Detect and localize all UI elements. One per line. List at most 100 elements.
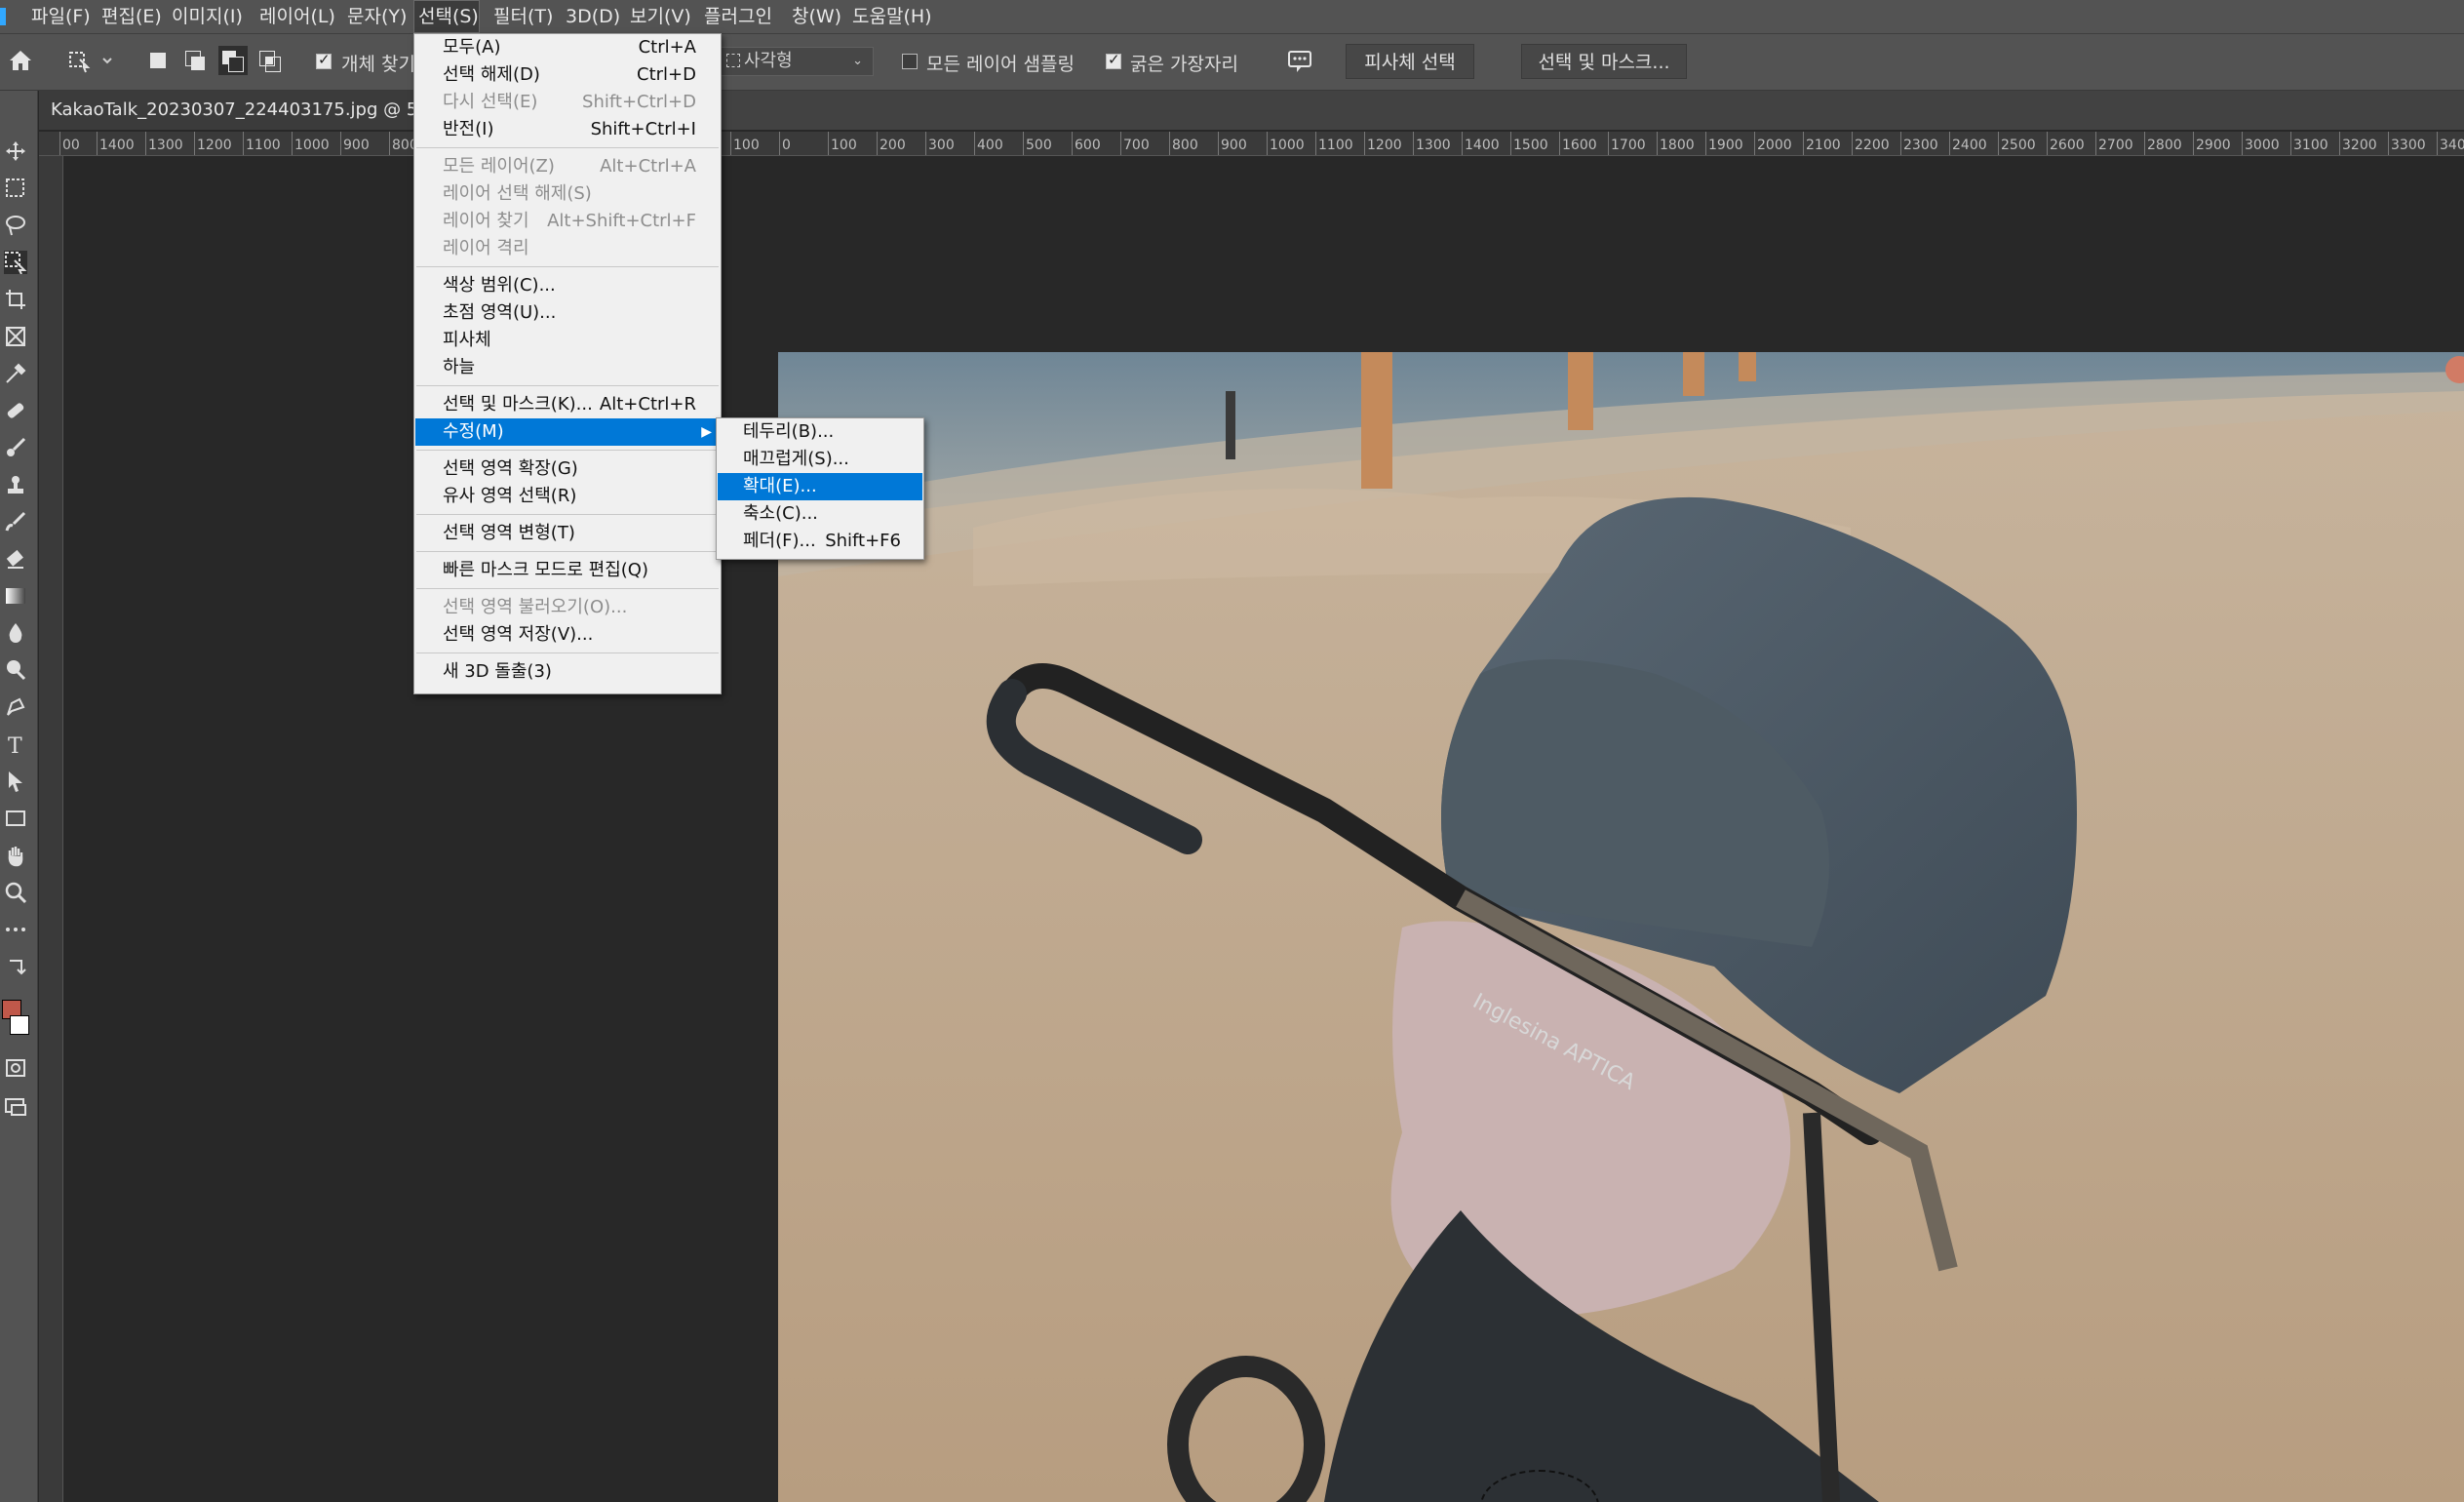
menu-view[interactable]: 보기(V) [626, 0, 695, 33]
select-menu-item-save-selection[interactable]: 선택 영역 저장(V)... [415, 621, 720, 649]
modify-item-expand[interactable]: 확대(E)... [718, 473, 922, 500]
new-selection-icon[interactable] [144, 46, 174, 75]
ruler-tick: 1400 [97, 132, 135, 155]
canvas-photo[interactable]: Inglesina APTICA [778, 352, 2464, 1502]
select-menu-item-similar[interactable]: 유사 영역 선택(R) [415, 483, 720, 510]
sample-all-layers-checkbox[interactable] [902, 54, 918, 69]
path-selection-tool-icon[interactable] [4, 770, 27, 793]
select-menu-item-sky[interactable]: 하늘 [415, 354, 720, 381]
menu-file[interactable]: 파일(F) [27, 0, 95, 33]
menu-layer[interactable]: 레이어(L) [255, 0, 339, 33]
menu-separator [416, 147, 719, 148]
chevron-down-icon: ⌄ [852, 54, 863, 68]
subtract-from-selection-icon[interactable] [218, 46, 248, 75]
select-menu-item-focus-area[interactable]: 초점 영역(U)... [415, 299, 720, 327]
screen-mode-icon[interactable] [4, 1095, 27, 1119]
select-subject-button[interactable]: 피사체 선택 [1346, 44, 1474, 79]
eraser-tool-icon[interactable] [4, 547, 27, 571]
ruler-tick: 500 [1023, 132, 1052, 155]
eyedropper-tool-icon[interactable] [4, 362, 27, 385]
select-menu-item-all-layers[interactable]: 모든 레이어(Z) Alt+Ctrl+A [415, 153, 720, 180]
more-tools-icon[interactable] [4, 918, 27, 941]
vertical-ruler[interactable] [39, 156, 63, 1502]
ruler-tick: 1000 [1267, 132, 1305, 155]
document-tab[interactable]: KakaoTalk_20230307_224403175.jpg @ 50% (… [39, 91, 421, 130]
mode-select[interactable]: 사각형 ⌄ [716, 47, 874, 76]
object-selection-tool-icon[interactable] [4, 251, 27, 275]
ruler-tick: 3300 [2388, 132, 2426, 155]
select-menu-item-load-selection[interactable]: 선택 영역 불러오기(O)... [415, 594, 720, 621]
dodge-tool-icon[interactable] [4, 658, 27, 682]
ruler-tick: 300 [925, 132, 955, 155]
clone-stamp-tool-icon[interactable] [4, 473, 27, 496]
healing-brush-tool-icon[interactable] [4, 399, 27, 422]
select-menu-item-inverse[interactable]: 반전(I) Shift+Ctrl+I [415, 116, 720, 143]
select-menu-item-deselect[interactable]: 선택 해제(D) Ctrl+D [415, 61, 720, 89]
menu-filter[interactable]: 필터(T) [489, 0, 557, 33]
menu-window[interactable]: 창(W) [788, 0, 845, 33]
background-color-swatch[interactable] [10, 1015, 29, 1035]
modify-item-smooth[interactable]: 매끄럽게(S)... [718, 446, 922, 473]
ruler-tick: 2400 [1949, 132, 1987, 155]
menu-edit[interactable]: 편집(E) [98, 0, 166, 33]
select-menu-item-isolate-layers[interactable]: 레이어 격리 [415, 235, 720, 262]
type-tool-icon[interactable]: T [4, 732, 27, 759]
menu-help[interactable]: 도움말(H) [848, 0, 936, 33]
quick-mask-icon[interactable] [4, 1056, 27, 1080]
menu-item-shortcut: Shift+F6 [825, 531, 901, 551]
ruler-tick: 1400 [1462, 132, 1500, 155]
blur-tool-icon[interactable] [4, 621, 27, 645]
select-and-mask-button[interactable]: 선택 및 마스크... [1521, 44, 1687, 79]
menu-plugins[interactable]: 플러그인 [700, 0, 776, 33]
history-brush-tool-icon[interactable] [4, 510, 27, 534]
select-menu-item-modify[interactable]: 수정(M) ▶ [415, 418, 720, 446]
select-menu-item-transform-selection[interactable]: 선택 영역 변형(T) [415, 520, 720, 547]
menu-select[interactable]: 선택(S) [413, 0, 480, 33]
select-menu-item-subject[interactable]: 피사체 [415, 327, 720, 354]
ruler-tick: 600 [1072, 132, 1101, 155]
select-menu-item-color-range[interactable]: 색상 범위(C)... [415, 272, 720, 299]
menu-image[interactable]: 이미지(I) [168, 0, 247, 33]
select-menu-item-all[interactable]: 모두(A) Ctrl+A [415, 34, 720, 61]
menu-separator [416, 266, 719, 267]
modify-item-border[interactable]: 테두리(B)... [718, 418, 922, 446]
pen-tool-icon[interactable] [4, 695, 27, 719]
select-menu-item-grow[interactable]: 선택 영역 확장(G) [415, 455, 720, 483]
select-menu-item-find-layers[interactable]: 레이어 찾기 Alt+Shift+Ctrl+F [415, 208, 720, 235]
menu-item-label: 새 3D 돌출(3) [443, 661, 552, 682]
select-menu-item-new-3d-extrusion[interactable]: 새 3D 돌출(3) [415, 658, 720, 686]
refresh-object-finder-icon[interactable] [1283, 46, 1318, 75]
hand-tool-icon[interactable] [4, 844, 27, 867]
brush-tool-icon[interactable] [4, 436, 27, 459]
modify-item-contract[interactable]: 축소(C)... [718, 500, 922, 528]
hard-edge-checkbox[interactable] [1106, 51, 1121, 69]
select-menu-item-select-and-mask[interactable]: 선택 및 마스크(K)... Alt+Ctrl+R [415, 391, 720, 418]
gradient-tool-icon[interactable] [4, 584, 27, 608]
select-menu-dropdown: 모두(A) Ctrl+A 선택 해제(D) Ctrl+D 다시 선택(E) Shift… [413, 33, 722, 694]
rectangle-tool-icon[interactable] [4, 807, 27, 830]
menu-item-shortcut: Ctrl+D [637, 64, 696, 85]
photoshop-app-icon[interactable] [0, 8, 6, 25]
tool-preset-picker-icon[interactable] [64, 46, 119, 75]
add-to-selection-icon[interactable] [181, 46, 211, 75]
select-menu-item-deselect-layers[interactable]: 레이어 선택 해제(S) [415, 180, 720, 208]
menu-3d[interactable]: 3D(D) [562, 0, 624, 33]
home-icon[interactable] [6, 46, 35, 75]
lasso-tool-icon[interactable] [4, 214, 27, 237]
crop-tool-icon[interactable] [4, 288, 27, 311]
marquee-tool-icon[interactable] [4, 177, 27, 200]
intersect-selection-icon[interactable] [255, 46, 285, 75]
menu-type[interactable]: 문자(Y) [343, 0, 411, 33]
object-finder-checkbox[interactable] [316, 51, 332, 69]
menu-item-label: 매끄럽게(S)... [743, 449, 849, 469]
options-bar: 개체 찾기 사각형 ⌄ 모든 레이어 샘플링 굵은 가장자리 피사체 선택 선택… [0, 34, 2464, 91]
move-tool-icon[interactable] [4, 139, 27, 163]
horizontal-ruler[interactable]: 00 1400 1300 1200 1100 1000 900 800 100 … [39, 132, 2464, 156]
select-menu-item-reselect[interactable]: 다시 선택(E) Shift+Ctrl+D [415, 89, 720, 116]
modify-item-feather[interactable]: 페더(F)... Shift+F6 [718, 528, 922, 555]
zoom-tool-icon[interactable] [4, 881, 27, 904]
swap-colors-icon[interactable] [4, 957, 27, 980]
ruler-tick: 900 [1218, 132, 1247, 155]
frame-tool-icon[interactable] [4, 325, 27, 348]
select-menu-item-quick-mask[interactable]: 빠른 마스크 모드로 편집(Q) [415, 557, 720, 584]
